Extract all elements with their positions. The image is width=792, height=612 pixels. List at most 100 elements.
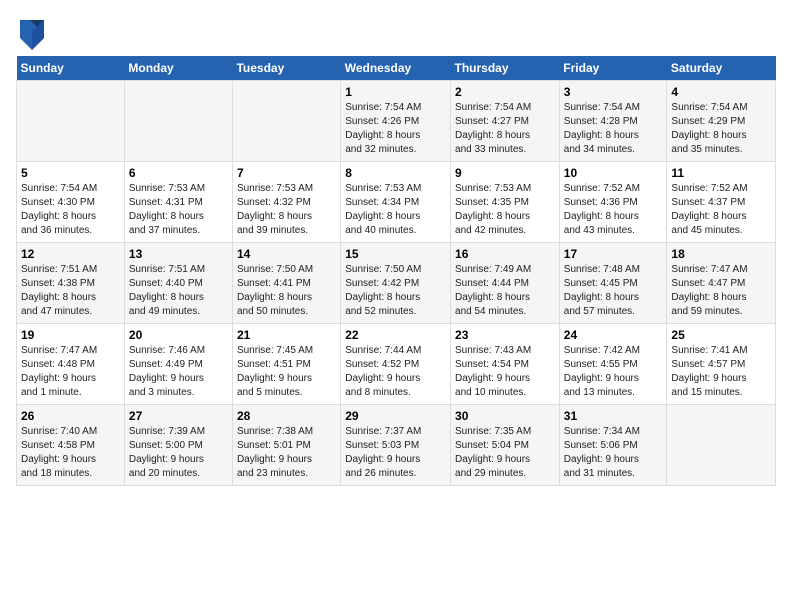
calendar-cell: 23 Sunrise: 7:43 AM Sunset: 4:54 PM Dayli…: [451, 324, 560, 405]
calendar-cell: [667, 405, 776, 486]
day-number: 9: [455, 166, 555, 180]
logo-icon: [16, 16, 44, 44]
calendar-cell: 29Sunrise: 7:37 AM Sunset: 5:03 PM Dayli…: [341, 405, 451, 486]
calendar-cell: 5 Sunrise: 7:54 AM Sunset: 4:30 PM Daylig…: [17, 162, 125, 243]
day-number: 13: [129, 247, 228, 261]
day-number: 26: [21, 409, 120, 423]
calendar-cell: 20 Sunrise: 7:46 AM Sunset: 4:49 PM Dayli…: [124, 324, 232, 405]
calendar-cell: 25 Sunrise: 7:41 AM Sunset: 4:57 PM Dayli…: [667, 324, 776, 405]
calendar-cell: 10 Sunrise: 7:52 AM Sunset: 4:36 PM Dayli…: [559, 162, 667, 243]
day-number: 25: [671, 328, 771, 342]
day-number: 17: [564, 247, 663, 261]
calendar-cell: 1Sunrise: 7:54 AM Sunset: 4:26 PM Daylig…: [341, 81, 451, 162]
calendar-cell: 3Sunrise: 7:54 AM Sunset: 4:28 PM Daylig…: [559, 81, 667, 162]
header-monday: Monday: [124, 56, 232, 81]
day-number: 19: [21, 328, 120, 342]
calendar-cell: [232, 81, 340, 162]
day-info: Sunrise: 7:46 AM Sunset: 4:49 PM Dayligh…: [129, 344, 228, 400]
day-number: 27: [129, 409, 228, 423]
calendar-cell: 31Sunrise: 7:34 AM Sunset: 5:06 PM Dayli…: [559, 405, 667, 486]
day-info: Sunrise: 7:54 AM Sunset: 4:30 PM Dayligh…: [21, 182, 120, 238]
day-info: Sunrise: 7:37 AM Sunset: 5:03 PM Dayligh…: [345, 425, 446, 481]
day-info: Sunrise: 7:39 AM Sunset: 5:00 PM Dayligh…: [129, 425, 228, 481]
page-header: [16, 16, 776, 44]
day-number: 18: [671, 247, 771, 261]
calendar-cell: 17Sunrise: 7:48 AM Sunset: 4:45 PM Dayli…: [559, 243, 667, 324]
calendar-cell: 30Sunrise: 7:35 AM Sunset: 5:04 PM Dayli…: [451, 405, 560, 486]
calendar-week-row: 12 Sunrise: 7:51 AM Sunset: 4:38 PM Dayli…: [17, 243, 776, 324]
day-info: Sunrise: 7:45 AM Sunset: 4:51 PM Dayligh…: [237, 344, 336, 400]
day-number: 22: [345, 328, 446, 342]
day-info: Sunrise: 7:54 AM Sunset: 4:27 PM Dayligh…: [455, 101, 555, 157]
calendar-week-row: 1Sunrise: 7:54 AM Sunset: 4:26 PM Daylig…: [17, 81, 776, 162]
day-info: Sunrise: 7:47 AM Sunset: 4:47 PM Dayligh…: [671, 263, 771, 319]
day-number: 11: [671, 166, 771, 180]
calendar-cell: 24Sunrise: 7:42 AM Sunset: 4:55 PM Dayli…: [559, 324, 667, 405]
calendar-cell: 8 Sunrise: 7:53 AM Sunset: 4:34 PM Daylig…: [341, 162, 451, 243]
day-info: Sunrise: 7:52 AM Sunset: 4:37 PM Dayligh…: [671, 182, 771, 238]
day-number: 12: [21, 247, 120, 261]
calendar-cell: 13 Sunrise: 7:51 AM Sunset: 4:40 PM Dayli…: [124, 243, 232, 324]
calendar-header-row: Sunday Monday Tuesday Wednesday Thursday…: [17, 56, 776, 81]
day-info: Sunrise: 7:53 AM Sunset: 4:35 PM Dayligh…: [455, 182, 555, 238]
day-number: 30: [455, 409, 555, 423]
calendar-week-row: 19 Sunrise: 7:47 AM Sunset: 4:48 PM Dayli…: [17, 324, 776, 405]
day-info: Sunrise: 7:49 AM Sunset: 4:44 PM Dayligh…: [455, 263, 555, 319]
header-saturday: Saturday: [667, 56, 776, 81]
day-info: Sunrise: 7:53 AM Sunset: 4:34 PM Dayligh…: [345, 182, 446, 238]
day-info: Sunrise: 7:40 AM Sunset: 4:58 PM Dayligh…: [21, 425, 120, 481]
day-info: Sunrise: 7:43 AM Sunset: 4:54 PM Dayligh…: [455, 344, 555, 400]
day-info: Sunrise: 7:51 AM Sunset: 4:40 PM Dayligh…: [129, 263, 228, 319]
day-number: 24: [564, 328, 663, 342]
day-info: Sunrise: 7:41 AM Sunset: 4:57 PM Dayligh…: [671, 344, 771, 400]
calendar-cell: 11 Sunrise: 7:52 AM Sunset: 4:37 PM Dayli…: [667, 162, 776, 243]
calendar-cell: 12 Sunrise: 7:51 AM Sunset: 4:38 PM Dayli…: [17, 243, 125, 324]
header-thursday: Thursday: [451, 56, 560, 81]
calendar-cell: 6 Sunrise: 7:53 AM Sunset: 4:31 PM Daylig…: [124, 162, 232, 243]
header-tuesday: Tuesday: [232, 56, 340, 81]
calendar-week-row: 26 Sunrise: 7:40 AM Sunset: 4:58 PM Dayli…: [17, 405, 776, 486]
day-info: Sunrise: 7:51 AM Sunset: 4:38 PM Dayligh…: [21, 263, 120, 319]
day-info: Sunrise: 7:54 AM Sunset: 4:29 PM Dayligh…: [671, 101, 771, 157]
day-info: Sunrise: 7:44 AM Sunset: 4:52 PM Dayligh…: [345, 344, 446, 400]
calendar-cell: 16 Sunrise: 7:49 AM Sunset: 4:44 PM Dayli…: [451, 243, 560, 324]
calendar-cell: 27 Sunrise: 7:39 AM Sunset: 5:00 PM Dayli…: [124, 405, 232, 486]
day-info: Sunrise: 7:38 AM Sunset: 5:01 PM Dayligh…: [237, 425, 336, 481]
day-info: Sunrise: 7:47 AM Sunset: 4:48 PM Dayligh…: [21, 344, 120, 400]
day-info: Sunrise: 7:50 AM Sunset: 4:42 PM Dayligh…: [345, 263, 446, 319]
calendar-cell: 7Sunrise: 7:53 AM Sunset: 4:32 PM Daylig…: [232, 162, 340, 243]
day-info: Sunrise: 7:34 AM Sunset: 5:06 PM Dayligh…: [564, 425, 663, 481]
calendar-cell: 4 Sunrise: 7:54 AM Sunset: 4:29 PM Daylig…: [667, 81, 776, 162]
calendar-cell: [17, 81, 125, 162]
day-number: 5: [21, 166, 120, 180]
day-number: 14: [237, 247, 336, 261]
calendar-cell: 21Sunrise: 7:45 AM Sunset: 4:51 PM Dayli…: [232, 324, 340, 405]
day-number: 4: [671, 85, 771, 99]
calendar-cell: 19 Sunrise: 7:47 AM Sunset: 4:48 PM Dayli…: [17, 324, 125, 405]
calendar-cell: [124, 81, 232, 162]
day-info: Sunrise: 7:50 AM Sunset: 4:41 PM Dayligh…: [237, 263, 336, 319]
calendar-cell: 2Sunrise: 7:54 AM Sunset: 4:27 PM Daylig…: [451, 81, 560, 162]
calendar-table: Sunday Monday Tuesday Wednesday Thursday…: [16, 56, 776, 486]
calendar-cell: 9 Sunrise: 7:53 AM Sunset: 4:35 PM Daylig…: [451, 162, 560, 243]
logo: [16, 16, 48, 44]
day-number: 6: [129, 166, 228, 180]
day-info: Sunrise: 7:52 AM Sunset: 4:36 PM Dayligh…: [564, 182, 663, 238]
day-number: 20: [129, 328, 228, 342]
header-sunday: Sunday: [17, 56, 125, 81]
calendar-cell: 28 Sunrise: 7:38 AM Sunset: 5:01 PM Dayli…: [232, 405, 340, 486]
day-number: 3: [564, 85, 663, 99]
calendar-week-row: 5 Sunrise: 7:54 AM Sunset: 4:30 PM Daylig…: [17, 162, 776, 243]
day-number: 16: [455, 247, 555, 261]
calendar-cell: 26 Sunrise: 7:40 AM Sunset: 4:58 PM Dayli…: [17, 405, 125, 486]
header-friday: Friday: [559, 56, 667, 81]
day-number: 23: [455, 328, 555, 342]
day-info: Sunrise: 7:53 AM Sunset: 4:31 PM Dayligh…: [129, 182, 228, 238]
day-number: 1: [345, 85, 446, 99]
calendar-cell: 15Sunrise: 7:50 AM Sunset: 4:42 PM Dayli…: [341, 243, 451, 324]
calendar-cell: 22 Sunrise: 7:44 AM Sunset: 4:52 PM Dayli…: [341, 324, 451, 405]
day-number: 10: [564, 166, 663, 180]
day-number: 28: [237, 409, 336, 423]
day-number: 8: [345, 166, 446, 180]
calendar-cell: 18 Sunrise: 7:47 AM Sunset: 4:47 PM Dayli…: [667, 243, 776, 324]
